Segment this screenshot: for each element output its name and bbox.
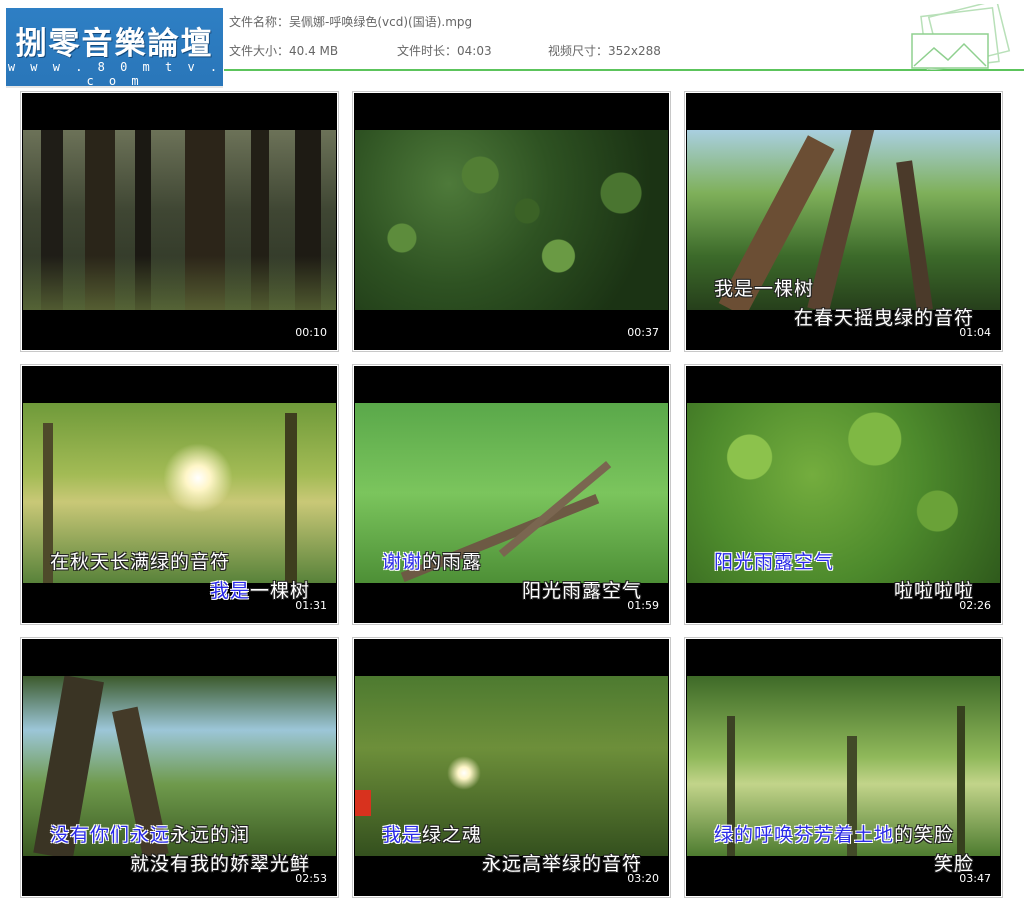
- duration-label: 文件时长：: [397, 44, 458, 58]
- timestamp: 01:04: [959, 326, 991, 339]
- video-thumbnail[interactable]: 阳光雨露空气 啦啦啦啦 02:26: [684, 364, 1003, 625]
- timestamp: 03:47: [959, 872, 991, 885]
- lyric-line-2: 阳光雨露空气: [522, 580, 643, 602]
- video-thumbnail[interactable]: 在秋天长满绿的音符 我是一棵树 01:31: [20, 364, 339, 625]
- lyric-line-1: 没有你们永远永远的润: [50, 824, 251, 846]
- dimensions-value: 352x288: [608, 44, 661, 58]
- lyric-line-2: 永远高举绿的音符: [482, 853, 643, 875]
- logo-title: 捌零音樂論壇: [15, 26, 214, 62]
- video-thumbnail[interactable]: 谢谢的雨露 阳光雨露空气 01:59: [352, 364, 671, 625]
- duration-value: 04:03: [457, 44, 492, 58]
- timestamp: 03:20: [627, 872, 659, 885]
- file-name-info: 文件名称：吴佩娜-呼唤绿色(vcd)(国语).mpg: [229, 13, 472, 30]
- timestamp: 01:31: [295, 599, 327, 612]
- header-divider: [224, 69, 1024, 71]
- lyric-line-2: 就没有我的娇翠光鲜: [130, 853, 311, 875]
- video-thumbnail[interactable]: 绿的呼唤芬芳着土地的笑脸 笑脸 03:47: [684, 637, 1003, 898]
- timestamp: 00:10: [295, 326, 327, 339]
- lyric-line-1: 我是绿之魂: [382, 824, 483, 846]
- lyric-line-1: 阳光雨露空气: [714, 551, 835, 573]
- file-size-value: 40.4 MB: [289, 44, 339, 58]
- timestamp: 02:53: [295, 872, 327, 885]
- file-size-label: 文件大小：: [229, 44, 290, 58]
- forum-logo: 捌零音樂論壇 w w w . 8 0 m t v . c o m: [6, 8, 223, 88]
- file-name-value: 吴佩娜-呼唤绿色(vcd)(国语).mpg: [289, 15, 473, 29]
- timestamp: 02:26: [959, 599, 991, 612]
- forest-frame-image: [355, 130, 668, 310]
- lyric-line-1: 我是一棵树: [714, 278, 815, 300]
- lyric-line-1: 谢谢的雨露: [382, 551, 483, 573]
- logo-url: w w w . 8 0 m t v . c o m: [7, 60, 222, 88]
- lyric-line-1: 在秋天长满绿的音符: [50, 551, 231, 573]
- video-thumbnail[interactable]: 00:37: [352, 91, 671, 352]
- video-thumbnail[interactable]: 00:10: [20, 91, 339, 352]
- file-name-label: 文件名称：: [229, 15, 290, 29]
- dimensions-label: 视频尺寸：: [548, 44, 609, 58]
- timestamp: 00:37: [627, 326, 659, 339]
- video-thumbnail[interactable]: 我是一棵树 在春天摇曳绿的音符 01:04: [684, 91, 1003, 352]
- video-thumbnail[interactable]: 我是绿之魂 永远高举绿的音符 03:20: [352, 637, 671, 898]
- lyric-line-1: 绿的呼唤芬芳着土地的笑脸: [714, 824, 955, 846]
- picture-frames-icon: [911, 4, 1011, 70]
- video-thumbnail[interactable]: 没有你们永远永远的润 就没有我的娇翠光鲜 02:53: [20, 637, 339, 898]
- lyric-line-2: 在春天摇曳绿的音符: [794, 307, 975, 329]
- duration-info: 文件时长：04:03: [397, 42, 492, 59]
- file-size-info: 文件大小：40.4 MB: [229, 42, 338, 59]
- timestamp: 01:59: [627, 599, 659, 612]
- forest-frame-image: [23, 130, 336, 310]
- dimensions-info: 视频尺寸：352x288: [548, 42, 661, 59]
